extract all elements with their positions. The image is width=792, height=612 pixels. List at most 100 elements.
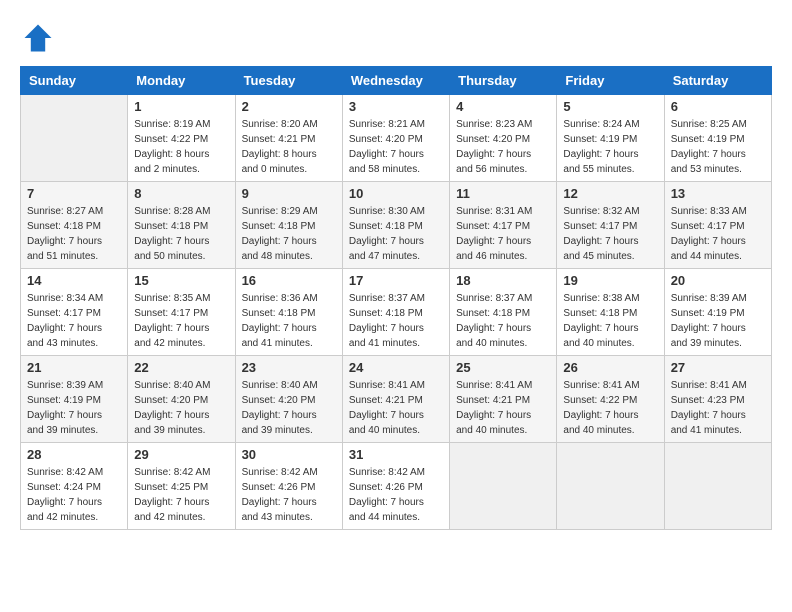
day-info: Sunrise: 8:42 AM Sunset: 4:26 PM Dayligh… <box>349 465 443 525</box>
day-number: 30 <box>242 447 336 462</box>
day-info: Sunrise: 8:20 AM Sunset: 4:21 PM Dayligh… <box>242 117 336 177</box>
calendar-cell: 22 Sunrise: 8:40 AM Sunset: 4:20 PM Dayli… <box>128 356 235 443</box>
day-number: 26 <box>563 360 657 375</box>
calendar-cell: 5 Sunrise: 8:24 AM Sunset: 4:19 PM Daylig… <box>557 95 664 182</box>
day-info: Sunrise: 8:29 AM Sunset: 4:18 PM Dayligh… <box>242 204 336 264</box>
calendar-cell: 31 Sunrise: 8:42 AM Sunset: 4:26 PM Dayli… <box>342 443 449 530</box>
day-info: Sunrise: 8:42 AM Sunset: 4:24 PM Dayligh… <box>27 465 121 525</box>
calendar-cell: 10 Sunrise: 8:30 AM Sunset: 4:18 PM Dayli… <box>342 182 449 269</box>
calendar-cell: 9 Sunrise: 8:29 AM Sunset: 4:18 PM Daylig… <box>235 182 342 269</box>
calendar-cell: 27 Sunrise: 8:41 AM Sunset: 4:23 PM Dayli… <box>664 356 771 443</box>
day-number: 31 <box>349 447 443 462</box>
day-number: 23 <box>242 360 336 375</box>
calendar-cell <box>450 443 557 530</box>
calendar-cell: 6 Sunrise: 8:25 AM Sunset: 4:19 PM Daylig… <box>664 95 771 182</box>
day-number: 5 <box>563 99 657 114</box>
calendar-cell: 23 Sunrise: 8:40 AM Sunset: 4:20 PM Dayli… <box>235 356 342 443</box>
calendar-cell: 20 Sunrise: 8:39 AM Sunset: 4:19 PM Dayli… <box>664 269 771 356</box>
calendar-cell <box>21 95 128 182</box>
day-number: 19 <box>563 273 657 288</box>
day-number: 6 <box>671 99 765 114</box>
day-info: Sunrise: 8:40 AM Sunset: 4:20 PM Dayligh… <box>242 378 336 438</box>
day-info: Sunrise: 8:39 AM Sunset: 4:19 PM Dayligh… <box>27 378 121 438</box>
day-info: Sunrise: 8:38 AM Sunset: 4:18 PM Dayligh… <box>563 291 657 351</box>
day-number: 12 <box>563 186 657 201</box>
day-info: Sunrise: 8:41 AM Sunset: 4:22 PM Dayligh… <box>563 378 657 438</box>
calendar-cell: 8 Sunrise: 8:28 AM Sunset: 4:18 PM Daylig… <box>128 182 235 269</box>
day-info: Sunrise: 8:27 AM Sunset: 4:18 PM Dayligh… <box>27 204 121 264</box>
calendar-header-row: SundayMondayTuesdayWednesdayThursdayFrid… <box>21 67 772 95</box>
day-info: Sunrise: 8:33 AM Sunset: 4:17 PM Dayligh… <box>671 204 765 264</box>
calendar-cell: 1 Sunrise: 8:19 AM Sunset: 4:22 PM Daylig… <box>128 95 235 182</box>
day-info: Sunrise: 8:24 AM Sunset: 4:19 PM Dayligh… <box>563 117 657 177</box>
day-info: Sunrise: 8:30 AM Sunset: 4:18 PM Dayligh… <box>349 204 443 264</box>
day-info: Sunrise: 8:35 AM Sunset: 4:17 PM Dayligh… <box>134 291 228 351</box>
day-number: 7 <box>27 186 121 201</box>
day-number: 4 <box>456 99 550 114</box>
day-info: Sunrise: 8:42 AM Sunset: 4:26 PM Dayligh… <box>242 465 336 525</box>
calendar-cell: 28 Sunrise: 8:42 AM Sunset: 4:24 PM Dayli… <box>21 443 128 530</box>
day-number: 10 <box>349 186 443 201</box>
day-info: Sunrise: 8:42 AM Sunset: 4:25 PM Dayligh… <box>134 465 228 525</box>
calendar-cell: 25 Sunrise: 8:41 AM Sunset: 4:21 PM Dayli… <box>450 356 557 443</box>
calendar-cell: 24Sunrise: 8:41 AM Sunset: 4:21 PM Dayli… <box>342 356 449 443</box>
day-number: 20 <box>671 273 765 288</box>
day-info: Sunrise: 8:31 AM Sunset: 4:17 PM Dayligh… <box>456 204 550 264</box>
column-header-sunday: Sunday <box>21 67 128 95</box>
calendar-cell: 29 Sunrise: 8:42 AM Sunset: 4:25 PM Dayli… <box>128 443 235 530</box>
day-info: Sunrise: 8:25 AM Sunset: 4:19 PM Dayligh… <box>671 117 765 177</box>
calendar-cell: 7 Sunrise: 8:27 AM Sunset: 4:18 PM Daylig… <box>21 182 128 269</box>
day-number: 1 <box>134 99 228 114</box>
day-info: Sunrise: 8:21 AM Sunset: 4:20 PM Dayligh… <box>349 117 443 177</box>
calendar-week-row: 7 Sunrise: 8:27 AM Sunset: 4:18 PM Daylig… <box>21 182 772 269</box>
calendar-cell: 26 Sunrise: 8:41 AM Sunset: 4:22 PM Dayli… <box>557 356 664 443</box>
calendar-cell: 15Sunrise: 8:35 AM Sunset: 4:17 PM Dayli… <box>128 269 235 356</box>
calendar-cell: 19 Sunrise: 8:38 AM Sunset: 4:18 PM Dayli… <box>557 269 664 356</box>
day-number: 16 <box>242 273 336 288</box>
day-number: 22 <box>134 360 228 375</box>
calendar-cell: 13 Sunrise: 8:33 AM Sunset: 4:17 PM Dayli… <box>664 182 771 269</box>
day-number: 9 <box>242 186 336 201</box>
calendar-cell: 16 Sunrise: 8:36 AM Sunset: 4:18 PM Dayli… <box>235 269 342 356</box>
calendar-week-row: 28 Sunrise: 8:42 AM Sunset: 4:24 PM Dayli… <box>21 443 772 530</box>
day-info: Sunrise: 8:36 AM Sunset: 4:18 PM Dayligh… <box>242 291 336 351</box>
logo-icon <box>20 20 56 56</box>
day-number: 2 <box>242 99 336 114</box>
calendar-cell: 14Sunrise: 8:34 AM Sunset: 4:17 PM Dayli… <box>21 269 128 356</box>
day-number: 27 <box>671 360 765 375</box>
calendar-table: SundayMondayTuesdayWednesdayThursdayFrid… <box>20 66 772 530</box>
calendar-cell: 12Sunrise: 8:32 AM Sunset: 4:17 PM Dayli… <box>557 182 664 269</box>
column-header-tuesday: Tuesday <box>235 67 342 95</box>
day-info: Sunrise: 8:39 AM Sunset: 4:19 PM Dayligh… <box>671 291 765 351</box>
calendar-cell: 3 Sunrise: 8:21 AM Sunset: 4:20 PM Daylig… <box>342 95 449 182</box>
day-info: Sunrise: 8:40 AM Sunset: 4:20 PM Dayligh… <box>134 378 228 438</box>
day-number: 25 <box>456 360 550 375</box>
calendar-cell <box>664 443 771 530</box>
calendar-cell: 30 Sunrise: 8:42 AM Sunset: 4:26 PM Dayli… <box>235 443 342 530</box>
column-header-monday: Monday <box>128 67 235 95</box>
calendar-cell: 18Sunrise: 8:37 AM Sunset: 4:18 PM Dayli… <box>450 269 557 356</box>
page-header <box>20 20 772 56</box>
day-info: Sunrise: 8:41 AM Sunset: 4:21 PM Dayligh… <box>456 378 550 438</box>
day-number: 13 <box>671 186 765 201</box>
day-number: 29 <box>134 447 228 462</box>
day-number: 8 <box>134 186 228 201</box>
column-header-friday: Friday <box>557 67 664 95</box>
day-number: 28 <box>27 447 121 462</box>
calendar-week-row: 1 Sunrise: 8:19 AM Sunset: 4:22 PM Daylig… <box>21 95 772 182</box>
day-info: Sunrise: 8:19 AM Sunset: 4:22 PM Dayligh… <box>134 117 228 177</box>
calendar-week-row: 14Sunrise: 8:34 AM Sunset: 4:17 PM Dayli… <box>21 269 772 356</box>
day-info: Sunrise: 8:28 AM Sunset: 4:18 PM Dayligh… <box>134 204 228 264</box>
day-number: 21 <box>27 360 121 375</box>
calendar-week-row: 21 Sunrise: 8:39 AM Sunset: 4:19 PM Dayli… <box>21 356 772 443</box>
day-number: 3 <box>349 99 443 114</box>
day-info: Sunrise: 8:37 AM Sunset: 4:18 PM Dayligh… <box>456 291 550 351</box>
day-info: Sunrise: 8:41 AM Sunset: 4:23 PM Dayligh… <box>671 378 765 438</box>
day-info: Sunrise: 8:41 AM Sunset: 4:21 PM Dayligh… <box>349 378 443 438</box>
calendar-cell: 2 Sunrise: 8:20 AM Sunset: 4:21 PM Daylig… <box>235 95 342 182</box>
day-number: 11 <box>456 186 550 201</box>
day-info: Sunrise: 8:34 AM Sunset: 4:17 PM Dayligh… <box>27 291 121 351</box>
day-number: 17 <box>349 273 443 288</box>
column-header-saturday: Saturday <box>664 67 771 95</box>
calendar-cell: 4Sunrise: 8:23 AM Sunset: 4:20 PM Daylig… <box>450 95 557 182</box>
